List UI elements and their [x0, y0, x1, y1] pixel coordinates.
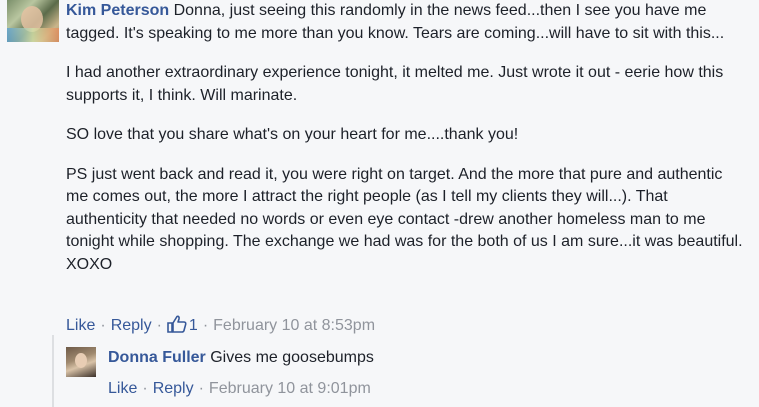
like-count-button[interactable]: 1 [167, 315, 198, 334]
avatar-scarf [7, 28, 59, 42]
like-link[interactable]: Like [66, 317, 95, 334]
comment-paragraph: SO love that you share what's on your he… [66, 126, 519, 143]
reply-text: Gives me goosebumps [210, 349, 374, 366]
avatar[interactable] [7, 0, 59, 42]
reply-reply-link[interactable]: Reply [153, 380, 194, 397]
reply-like-link[interactable]: Like [108, 380, 137, 397]
reply-author-link[interactable]: Donna Fuller [108, 349, 206, 366]
comment-paragraph: PS just went back and read it, you were … [66, 165, 743, 273]
comment-author-link[interactable]: Kim Peterson [66, 2, 169, 19]
reply-timestamp[interactable]: February 10 at 9:01pm [209, 380, 371, 397]
separator: · [142, 380, 148, 397]
comment-paragraph: Kim Peterson Donna, just seeing this ran… [66, 0, 746, 45]
comment-timestamp[interactable]: February 10 at 8:53pm [213, 317, 375, 334]
comment-actions: Like · Reply · 1 · February 10 at 8:53pm [66, 315, 375, 337]
separator: · [156, 317, 162, 334]
comment-body: Kim Peterson Donna, just seeing this ran… [66, 0, 746, 293]
separator: · [202, 317, 209, 334]
separator: · [100, 317, 106, 334]
reply-link[interactable]: Reply [111, 317, 152, 334]
thumbs-up-icon [167, 315, 187, 333]
like-count: 1 [188, 317, 198, 334]
reply-avatar-face [75, 353, 87, 368]
separator: · [198, 380, 204, 397]
reply-actions: Like · Reply · February 10 at 9:01pm [108, 378, 371, 400]
comment-thread: Kim Peterson Donna, just seeing this ran… [0, 0, 759, 407]
reply-avatar[interactable] [66, 347, 96, 377]
comment-paragraph: I had another extraordinary experience t… [66, 64, 724, 104]
reply-body: Donna Fuller Gives me goosebumps [108, 347, 374, 369]
